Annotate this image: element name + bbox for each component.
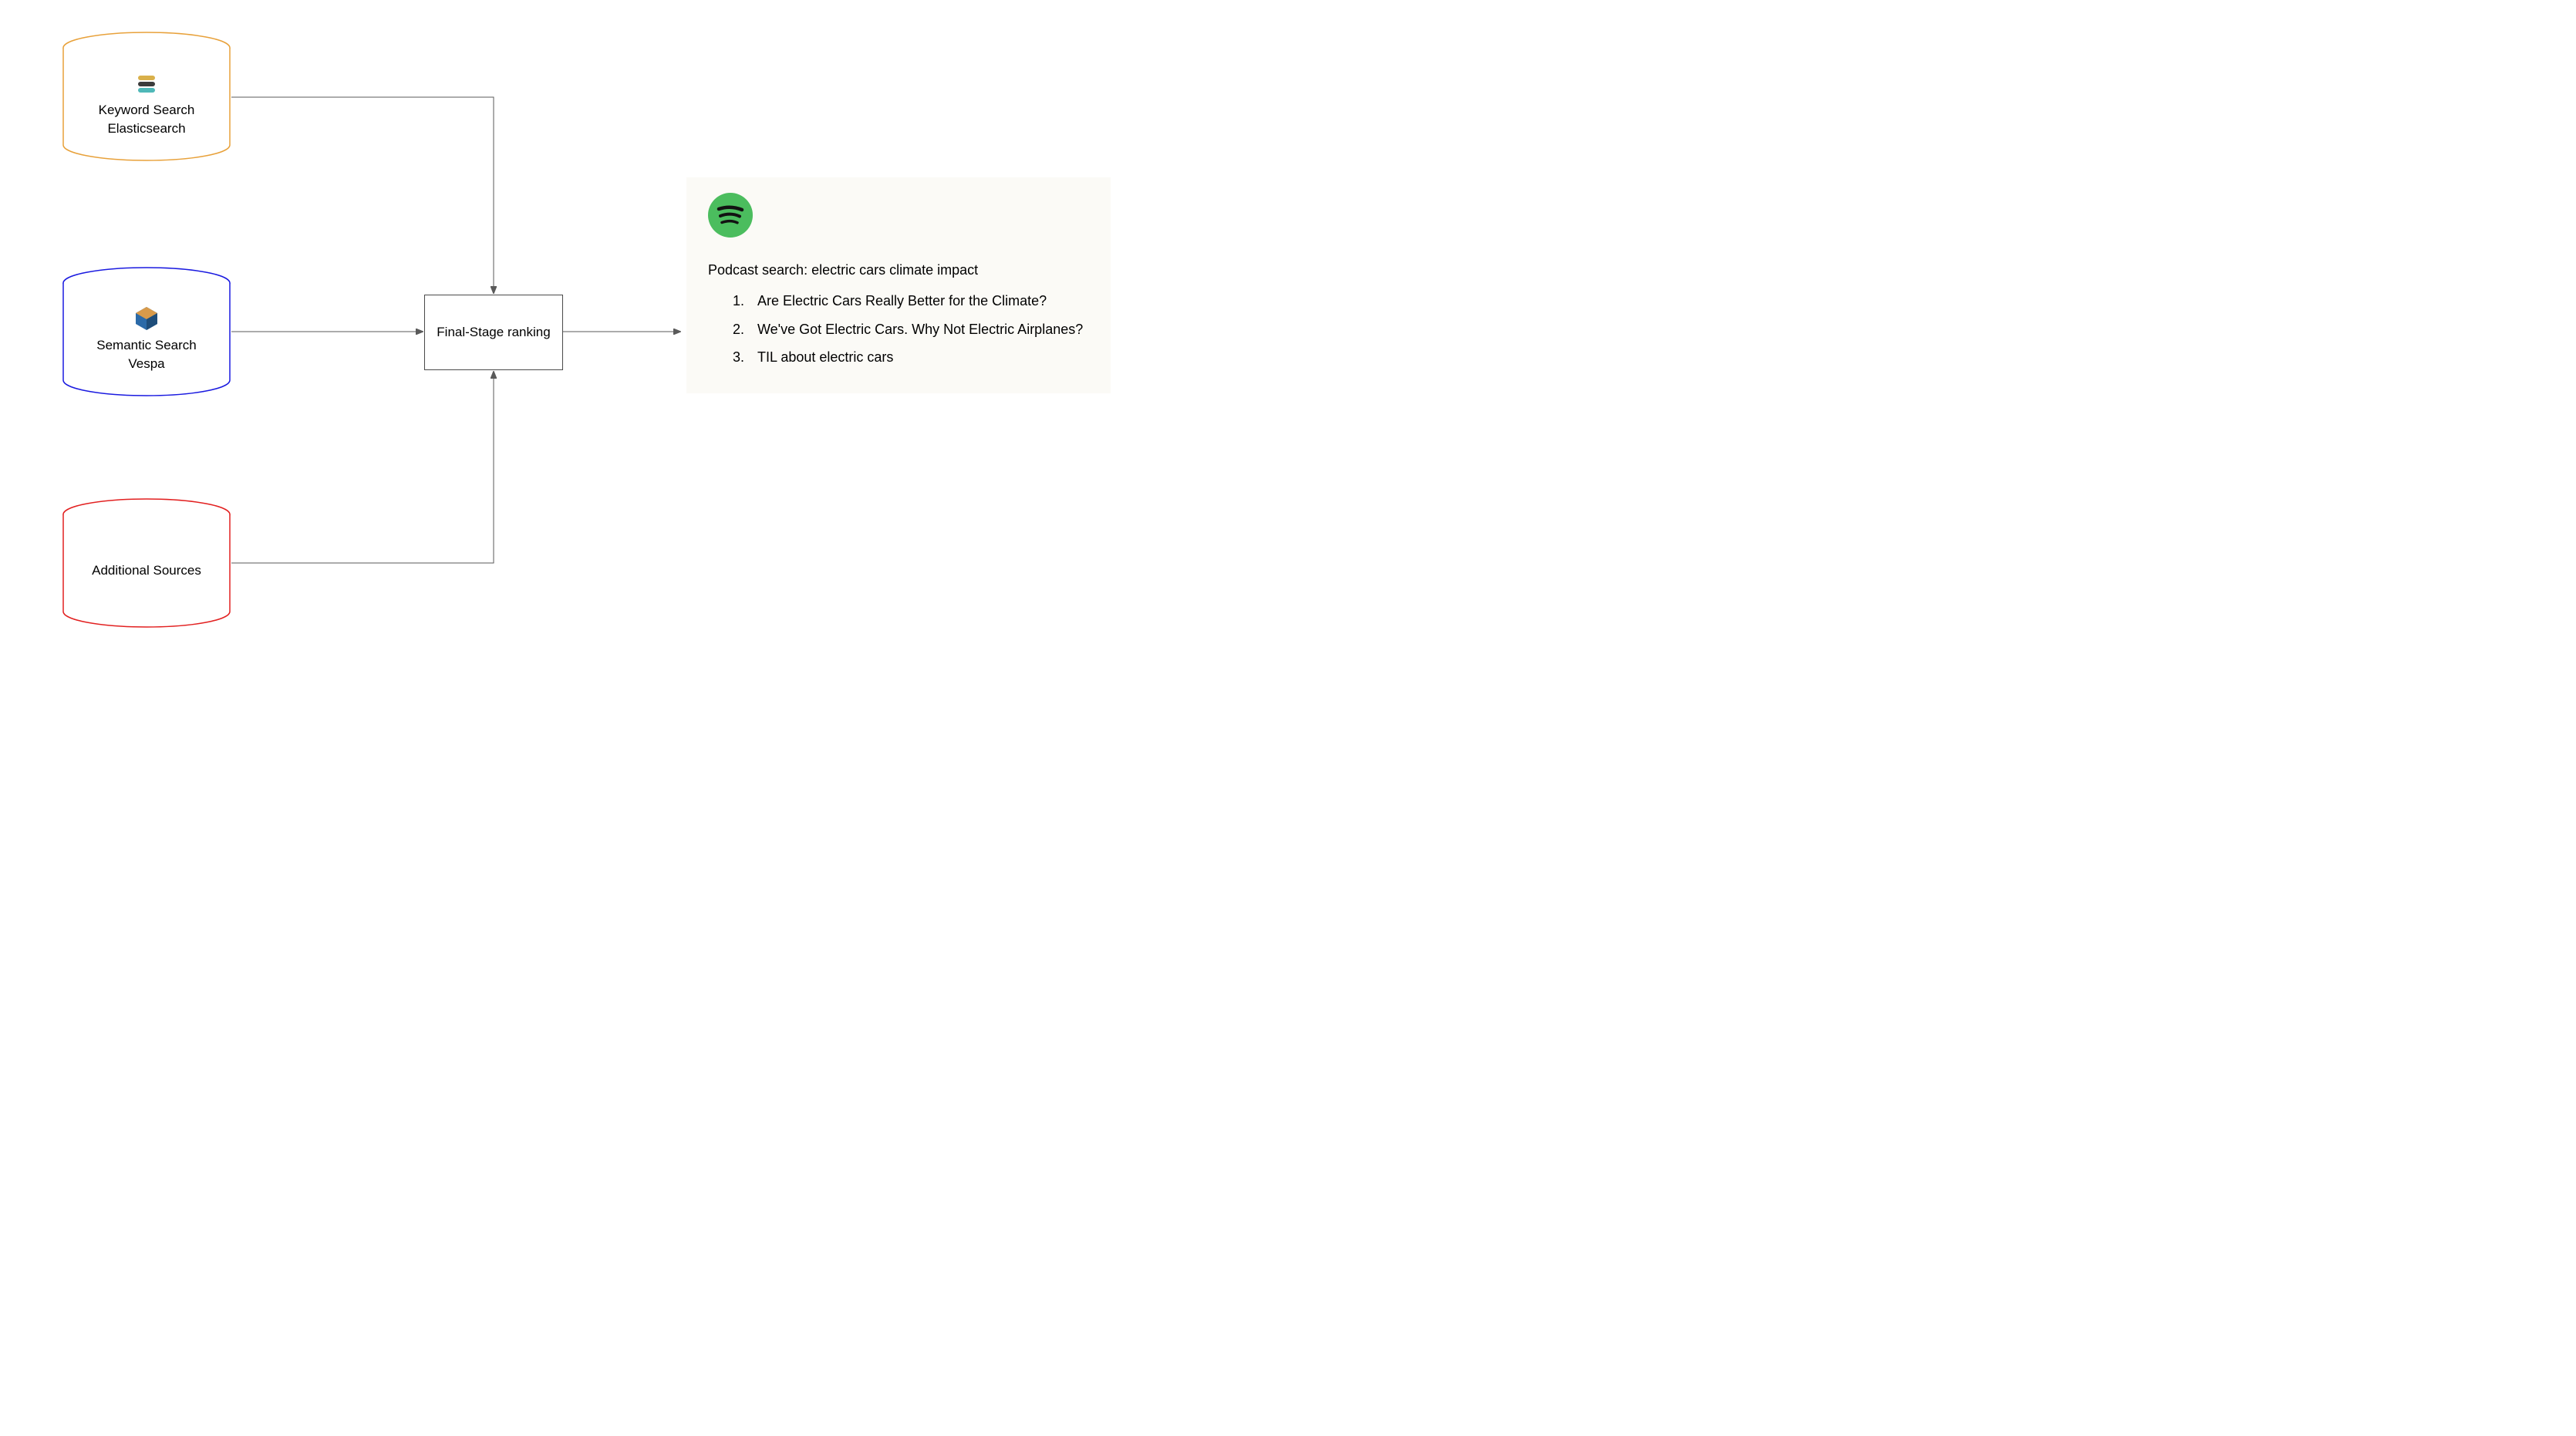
- source-label-line2: Vespa: [96, 355, 196, 373]
- source-semantic-search: Semantic Search Vespa: [62, 266, 231, 397]
- source-additional: Additional Sources: [62, 497, 231, 629]
- results-panel: Podcast search: electric cars climate im…: [686, 177, 1111, 393]
- source-label-line1: Additional Sources: [92, 561, 201, 580]
- search-label: Podcast search: electric cars climate im…: [708, 257, 1089, 283]
- result-item: We've Got Electric Cars. Why Not Electri…: [748, 316, 1089, 342]
- final-stage-ranking-box: Final-Stage ranking: [424, 295, 563, 370]
- spotify-icon: [708, 193, 1089, 246]
- source-label-line1: Keyword Search: [99, 101, 195, 120]
- elasticsearch-icon: [99, 70, 195, 96]
- source-label-line1: Semantic Search: [96, 336, 196, 355]
- results-list: Are Electric Cars Really Better for the …: [708, 288, 1089, 370]
- source-label-line2: Elasticsearch: [99, 120, 195, 138]
- source-keyword-search: Keyword Search Elasticsearch: [62, 31, 231, 162]
- vespa-icon: [96, 305, 196, 332]
- result-item: Are Electric Cars Really Better for the …: [748, 288, 1089, 314]
- ranking-label: Final-Stage ranking: [437, 325, 550, 340]
- result-item: TIL about electric cars: [748, 344, 1089, 370]
